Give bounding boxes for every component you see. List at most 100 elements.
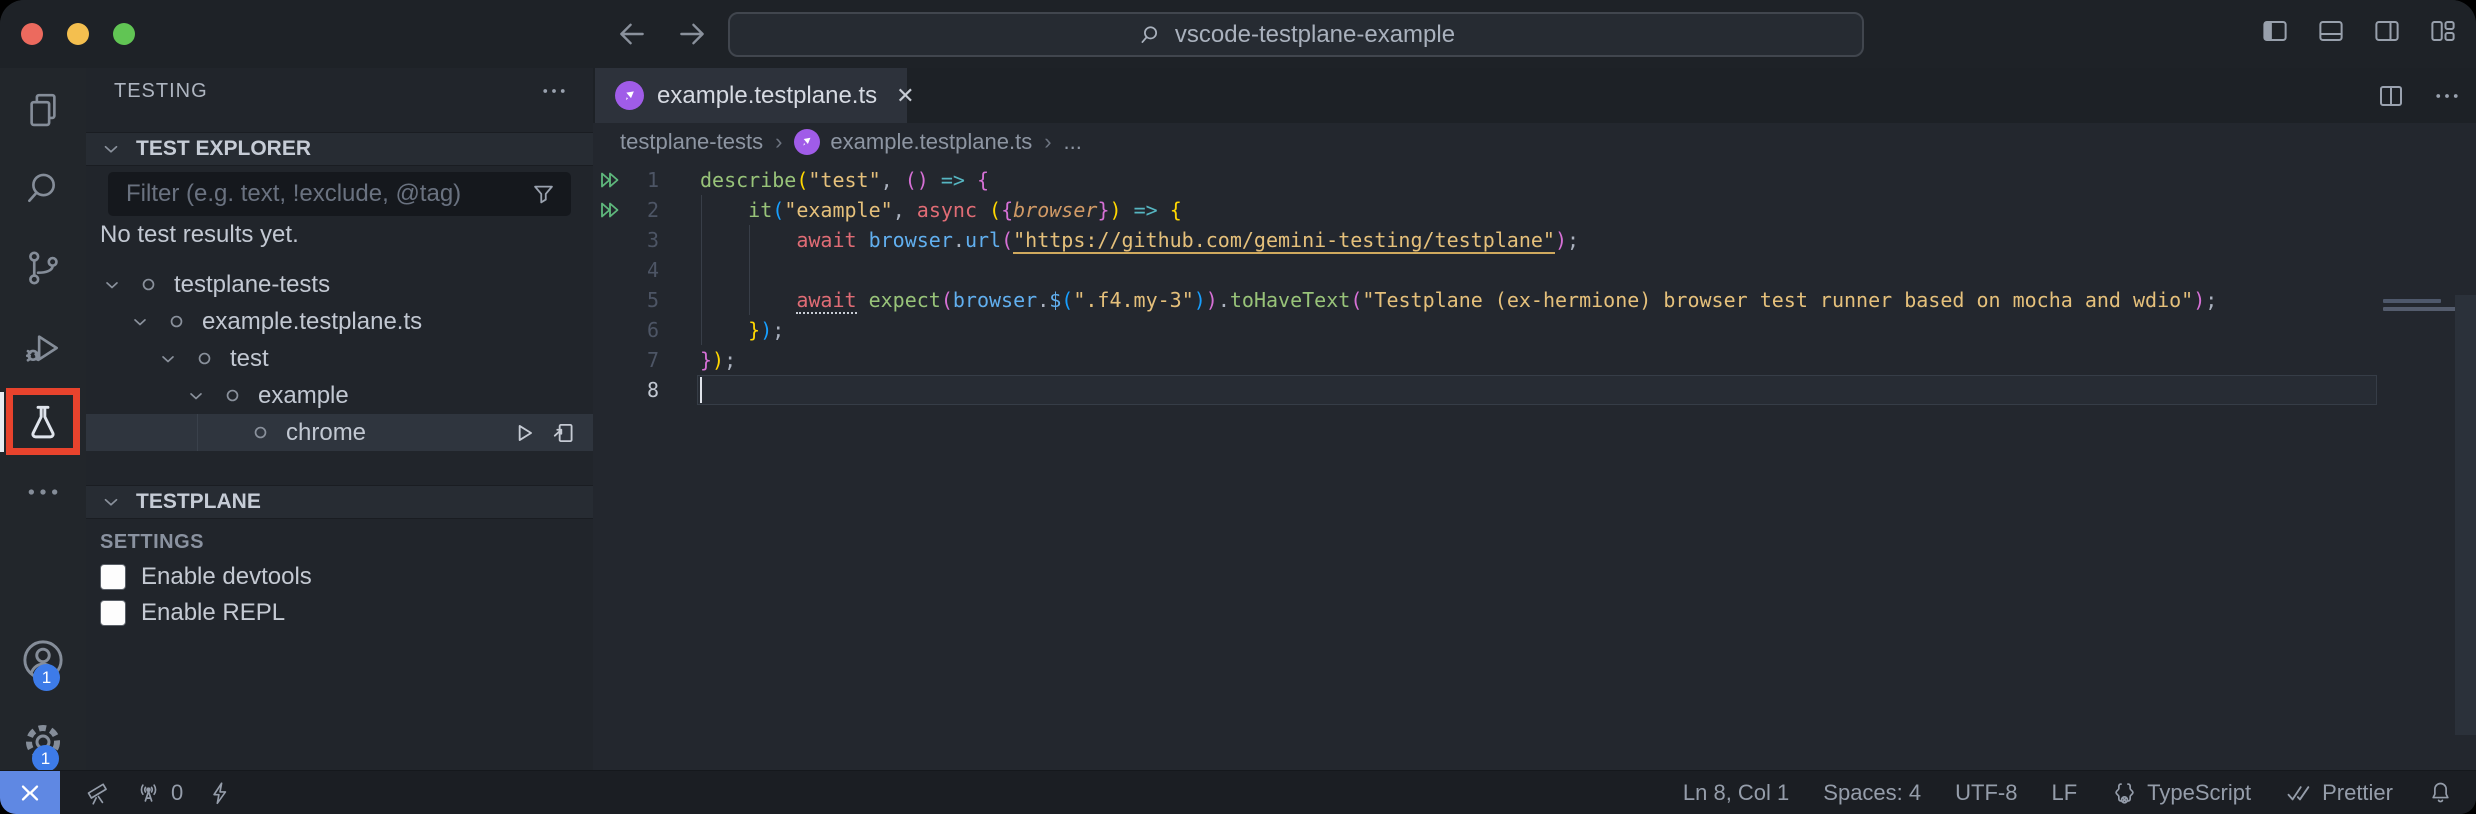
tree-item-example[interactable]: example	[86, 377, 593, 414]
sidebar-left-icon	[2260, 16, 2290, 46]
activity-item-explorer[interactable]	[0, 78, 86, 142]
tree-item-example.testplane.ts[interactable]: example.testplane.ts	[86, 303, 593, 340]
zoom-window-button[interactable]	[113, 23, 135, 45]
history-nav	[612, 14, 712, 54]
filter-funnel-icon[interactable]	[530, 181, 557, 208]
line-number: 8	[593, 375, 659, 405]
code-line-text: describe("test", () => {	[700, 165, 989, 195]
code-line-text: await expect(browser.$(".f4.my-3")).toHa…	[700, 285, 2217, 315]
activity-item-search[interactable]	[0, 156, 86, 220]
status-item-eol[interactable]: LF	[2051, 780, 2077, 806]
tree-item-label: example	[258, 382, 593, 410]
activity-item-testing[interactable]	[6, 388, 80, 455]
layout-controls	[2260, 16, 2458, 46]
checkbox-label: Enable devtools	[141, 563, 312, 591]
toggle-secondary-sidebar-button[interactable]	[2372, 16, 2402, 46]
line-number: 3	[593, 225, 659, 255]
tree-item-test[interactable]: test	[86, 340, 593, 377]
code-line-8[interactable]: 8	[593, 375, 2476, 405]
code-line-2[interactable]: 2 it("example", async ({browser}) => {	[593, 195, 2476, 225]
code-line-7[interactable]: 7});	[593, 345, 2476, 375]
toggle-primary-sidebar-button[interactable]	[2260, 16, 2290, 46]
close-tab-icon[interactable]: ✕	[896, 83, 914, 109]
customize-layout-button[interactable]	[2428, 16, 2458, 46]
code-line-4[interactable]: 4	[593, 255, 2476, 285]
settings-badge: 1	[32, 745, 59, 772]
search-icon	[1137, 22, 1163, 48]
test-filter-input[interactable]	[124, 179, 530, 209]
tree-item-actions	[511, 420, 577, 446]
activity-item-accounts[interactable]: 1	[0, 628, 86, 692]
line-number: 5	[593, 285, 659, 315]
section-header-test-explorer[interactable]: TEST EXPLORER	[86, 132, 593, 166]
chevron-down-icon	[186, 386, 206, 406]
go-forward-button[interactable]	[672, 14, 712, 54]
editor-actions	[2376, 68, 2462, 123]
activity-item-source-control[interactable]	[0, 236, 86, 300]
run-test-icon[interactable]	[511, 420, 537, 446]
accounts-badge: 1	[33, 664, 60, 691]
checkbox-icon[interactable]	[100, 600, 126, 626]
status-item-telescope-item[interactable]	[84, 779, 111, 806]
testplane-file-icon	[794, 129, 820, 155]
code-line-6[interactable]: 6 });	[593, 315, 2476, 345]
chevron-down-icon	[100, 491, 122, 513]
status-item-remote-indicator[interactable]	[0, 771, 60, 814]
status-item-encoding[interactable]: UTF-8	[1955, 780, 2017, 806]
activity-item-more[interactable]	[0, 460, 86, 524]
search-icon	[22, 167, 64, 209]
breadcrumb-item[interactable]: testplane-tests	[620, 129, 763, 155]
close-window-button[interactable]	[21, 23, 43, 45]
arrow-left-icon	[615, 17, 649, 51]
checkbox-icon[interactable]	[100, 564, 126, 590]
breadcrumb-item[interactable]: example.testplane.ts	[794, 129, 1032, 155]
go-to-test-icon[interactable]	[551, 420, 577, 446]
status-item-language-mode[interactable]: TypeScript	[2111, 779, 2251, 806]
section-header-testplane[interactable]: TESTPLANE	[86, 485, 593, 519]
tree-item-chrome[interactable]: chrome	[86, 414, 593, 451]
test-item-circle-icon	[224, 387, 241, 404]
toggle-panel-button[interactable]	[2316, 16, 2346, 46]
breadcrumb-item[interactable]: ...	[1064, 129, 1082, 155]
breadcrumb-label: example.testplane.ts	[830, 129, 1032, 155]
active-item-indicator	[0, 392, 4, 452]
test-item-circle-icon	[168, 313, 185, 330]
tree-item-testplane-tests[interactable]: testplane-tests	[86, 266, 593, 303]
code-line-1[interactable]: 1describe("test", () => {	[593, 165, 2476, 195]
text-cursor	[700, 377, 702, 403]
sidebar-right-icon	[2372, 16, 2402, 46]
checkbox-enable-repl[interactable]: Enable REPL	[100, 599, 285, 627]
status-item-ports-item[interactable]: 0	[135, 779, 183, 806]
code-area[interactable]: 1describe("test", () => {2 it("example",…	[593, 160, 2476, 770]
run-and-debug-icon	[22, 327, 64, 369]
code-line-3[interactable]: 3 await browser.url("https://github.com/…	[593, 225, 2476, 255]
split-editor-icon[interactable]	[2376, 81, 2406, 111]
status-item-cursor-position[interactable]: Ln 8, Col 1	[1683, 780, 1789, 806]
testing-sidebar: TESTING TEST EXPLORER No test results ye…	[86, 68, 593, 770]
status-item-notifications[interactable]	[2427, 779, 2454, 806]
editor-more-actions-icon[interactable]	[2432, 81, 2462, 111]
status-item-indentation[interactable]: Spaces: 4	[1823, 780, 1921, 806]
broadcast-icon	[135, 779, 162, 806]
status-item-text: TypeScript	[2147, 780, 2251, 806]
scrollbar[interactable]	[2455, 295, 2476, 735]
minimize-window-button[interactable]	[67, 23, 89, 45]
status-item-zap-item[interactable]	[207, 780, 233, 806]
chevron-down-icon	[130, 312, 150, 332]
code-line-5[interactable]: 5 await expect(browser.$(".f4.my-3")).to…	[593, 285, 2476, 315]
activity-item-run-and-debug[interactable]	[0, 316, 86, 380]
breadcrumb-label: testplane-tests	[620, 129, 763, 155]
activity-item-settings[interactable]: 1	[0, 710, 86, 774]
vscode-window: vscode-testplane-example	[0, 0, 2476, 814]
tab-example-testplane-ts[interactable]: example.testplane.ts ✕	[595, 68, 907, 123]
line-number: 4	[593, 255, 659, 285]
checkbox-enable-devtools[interactable]: Enable devtools	[100, 563, 312, 591]
status-item-text: Ln 8, Col 1	[1683, 780, 1789, 806]
code-line-text: await browser.url("https://github.com/ge…	[700, 225, 1579, 255]
go-back-button[interactable]	[612, 14, 652, 54]
status-item-formatter[interactable]: Prettier	[2285, 779, 2393, 807]
zap-icon	[207, 780, 233, 806]
command-center-search[interactable]: vscode-testplane-example	[728, 12, 1864, 57]
bell-icon[interactable]	[2427, 779, 2454, 806]
views-more-actions-icon[interactable]	[539, 76, 569, 106]
